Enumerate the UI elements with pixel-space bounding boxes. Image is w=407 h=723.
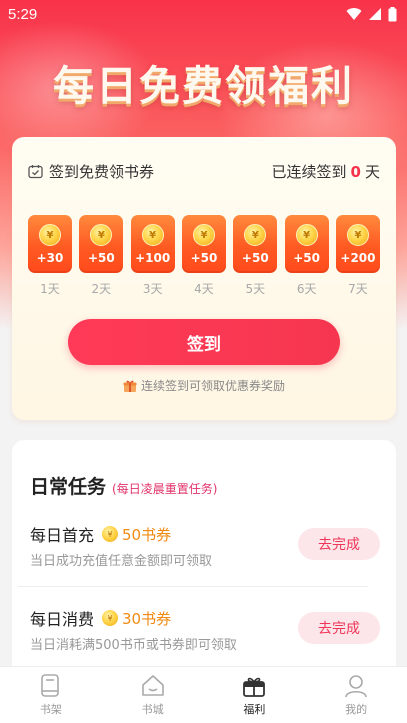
task-name-row: 每日消费 ¥ 30书券 — [30, 606, 171, 630]
day-reward: +50 — [241, 251, 269, 265]
day-reward-tile: ¥ +100 — [130, 215, 175, 273]
day-label: 3天 — [142, 282, 163, 296]
day-reward-tile: ¥ +50 — [233, 215, 278, 273]
task-description: 当日消耗满500书币或书券即可领取 — [30, 638, 237, 653]
coin-icon: ¥ — [192, 224, 215, 246]
day-reward: +100 — [135, 251, 171, 265]
task-description: 当日成功充值任意金额即可领取 — [30, 554, 213, 569]
signin-day: ¥ +100 3天 — [130, 215, 175, 297]
coin-icon: ¥ — [244, 224, 267, 246]
signin-title-group: 签到免费领书券 — [28, 161, 154, 182]
day-reward-tile: ¥ +50 — [181, 215, 226, 273]
tab-bookstore[interactable]: 书城 — [123, 673, 183, 717]
signin-title: 签到免费领书券 — [49, 163, 155, 181]
tab-label: 我的 — [345, 703, 368, 716]
signin-hint-text: 连续签到可领取优惠券奖励 — [140, 379, 285, 393]
signin-day: ¥ +200 7天 — [335, 215, 380, 297]
tab-welfare[interactable]: 福利 — [224, 673, 284, 717]
task-reward: 30书券 — [122, 609, 172, 628]
store-icon — [141, 675, 164, 696]
day-label: 7天 — [348, 282, 368, 296]
coin-icon: ¥ — [346, 224, 369, 246]
signin-day-list: ¥ +30 1天 ¥ +50 2天 ¥ +100 3天 ¥ +50 4天 ¥ +… — [28, 215, 380, 297]
streak-count: 0 — [350, 163, 361, 181]
streak-counter: 已连续签到 0 天 — [272, 161, 380, 182]
daily-tasks-subtitle: (每日凌晨重置任务) — [112, 482, 218, 496]
day-reward: +50 — [190, 251, 218, 265]
signin-header: 签到免费领书券 已连续签到 0 天 — [28, 161, 380, 182]
task-name: 每日消费 — [30, 610, 95, 629]
tab-label: 书架 — [39, 703, 62, 716]
streak-suffix: 天 — [364, 163, 380, 181]
coin-icon: ¥ — [295, 224, 318, 246]
task-name-row: 每日首充 ¥ 50书券 — [30, 522, 171, 546]
coin-icon: ¥ — [102, 526, 119, 542]
coin-icon: ¥ — [39, 224, 61, 246]
coin-icon: ¥ — [141, 224, 164, 246]
gift-icon — [243, 677, 266, 697]
wifi-icon — [346, 7, 362, 20]
tab-label: 福利 — [243, 703, 266, 716]
day-reward-tile: ¥ +30 — [28, 215, 72, 273]
day-reward: +50 — [87, 251, 115, 265]
day-label: 5天 — [245, 282, 266, 296]
day-label: 2天 — [91, 282, 112, 296]
signin-day: ¥ +50 5天 — [233, 215, 278, 297]
day-reward: +50 — [293, 251, 321, 265]
streak-prefix: 已连续签到 — [271, 163, 347, 181]
day-reward: +30 — [36, 251, 64, 265]
status-time: 5:29 — [8, 5, 38, 23]
daily-tasks-card: 日常任务 (每日凌晨重置任务) 每日首充 ¥ 50书券 当日成功充值任意金额即可… — [12, 440, 396, 680]
task-item: 每日首充 ¥ 50书券 当日成功充值任意金额即可领取 去完成 — [30, 522, 380, 582]
bottom-tab-bar: 书架 书城 福利 我的 — [0, 666, 407, 723]
tab-label: 书城 — [141, 703, 164, 716]
task-reward: 50书券 — [122, 525, 172, 544]
coin-icon: ¥ — [90, 224, 113, 246]
tab-mine[interactable]: 我的 — [326, 673, 386, 717]
task-name: 每日首充 — [30, 526, 95, 545]
book-icon — [41, 674, 59, 697]
task-complete-button[interactable]: 去完成 — [298, 528, 380, 560]
day-reward-tile: ¥ +200 — [335, 215, 380, 273]
day-reward: +200 — [340, 251, 376, 265]
day-label: 4天 — [194, 282, 214, 296]
day-label: 1天 — [40, 282, 60, 296]
signin-card: 签到免费领书券 已连续签到 0 天 ¥ +30 1天 ¥ +50 2天 ¥ +100 — [12, 137, 396, 420]
task-item: 每日消费 ¥ 30书券 当日消耗满500书币或书券即可领取 去完成 — [30, 606, 380, 666]
day-label: 6天 — [296, 282, 317, 296]
signin-hint: 连续签到可领取优惠券奖励 — [12, 377, 396, 394]
gift-box-icon — [123, 380, 137, 392]
signin-button[interactable]: 签到 — [68, 319, 340, 365]
signal-icon — [369, 8, 381, 20]
tab-bookshelf[interactable]: 书架 — [21, 673, 81, 717]
signin-day: ¥ +50 2天 — [79, 215, 124, 297]
profile-icon — [345, 675, 367, 698]
calendar-check-icon — [28, 165, 43, 179]
signin-day: ¥ +50 6天 — [284, 215, 329, 297]
battery-icon — [388, 6, 397, 21]
day-reward-tile: ¥ +50 — [79, 215, 124, 273]
daily-tasks-title: 日常任务 — [30, 476, 107, 498]
coin-icon: ¥ — [102, 610, 119, 626]
status-bar: 5:29 — [0, 0, 407, 28]
day-reward-tile: ¥ +50 — [284, 215, 329, 273]
task-complete-button[interactable]: 去完成 — [298, 612, 380, 644]
signin-day: ¥ +50 4天 — [181, 215, 226, 297]
hero-title: 每日免费领福利 — [53, 62, 354, 110]
signin-day: ¥ +30 1天 — [28, 215, 72, 297]
daily-tasks-header: 日常任务 (每日凌晨重置任务) — [30, 472, 217, 499]
status-icons — [346, 6, 397, 22]
task-divider — [18, 586, 368, 587]
